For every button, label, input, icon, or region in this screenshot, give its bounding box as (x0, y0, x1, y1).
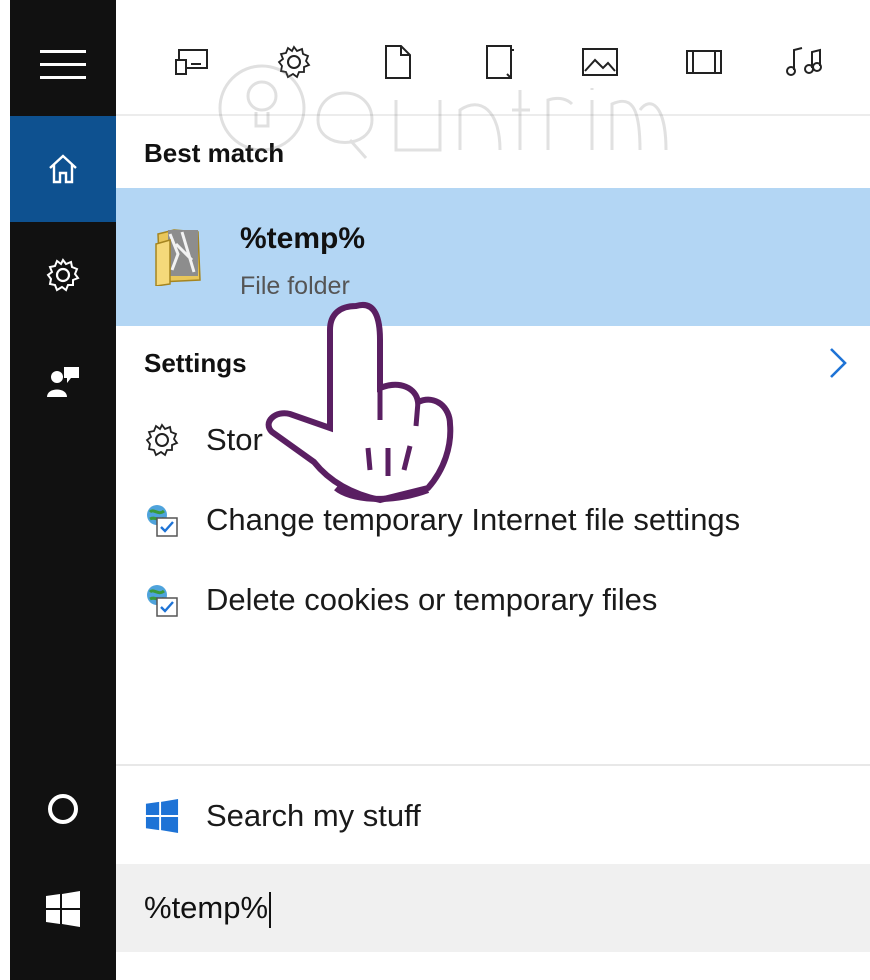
settings-item-delete-cookies[interactable]: Delete cookies or temporary files (140, 572, 860, 628)
windows-logo-icon (140, 794, 184, 838)
filter-apps[interactable] (170, 40, 214, 84)
start-button[interactable] (10, 856, 116, 962)
videos-filter-icon (686, 50, 722, 74)
documents-filter-icon (385, 45, 411, 79)
settings-item-temp-internet-files[interactable]: Change temporary Internet file settings (140, 492, 860, 548)
windows-logo-icon (46, 891, 80, 927)
home-button[interactable] (10, 116, 116, 222)
left-rail (0, 0, 116, 980)
home-icon (49, 154, 77, 184)
divider (116, 764, 870, 766)
filter-music[interactable] (782, 40, 826, 84)
settings-filter-icon (277, 45, 311, 79)
filter-settings[interactable] (272, 40, 316, 84)
search-my-stuff-button[interactable]: Search my stuff (140, 788, 860, 844)
settings-item-label: Change temporary Internet file settings (206, 502, 741, 537)
hamburger-icon (40, 50, 86, 79)
best-match-subtitle: File folder (240, 272, 350, 300)
best-match-result[interactable]: %temp% File folder (116, 188, 870, 326)
results-pane: Best match %temp% File folder Settings S… (116, 0, 870, 980)
feedback-button[interactable] (10, 328, 116, 434)
search-input[interactable]: %temp% (144, 890, 272, 928)
rail-edge (0, 0, 10, 980)
filter-videos[interactable] (682, 40, 726, 84)
settings-item-storage[interactable]: Stor (140, 412, 860, 468)
filter-photos[interactable] (578, 40, 622, 84)
search-my-stuff-label: Search my stuff (206, 798, 421, 833)
filter-bar (116, 0, 870, 116)
feedback-person-icon (47, 367, 79, 397)
cortana-search-panel: Best match %temp% File folder Settings S… (0, 0, 870, 980)
search-box[interactable]: %temp% (116, 864, 870, 952)
photos-filter-icon (582, 48, 618, 76)
filter-folders[interactable] (478, 40, 522, 84)
settings-heading: Settings (144, 348, 247, 378)
settings-item-label: Stor (206, 422, 263, 457)
settings-rail-button[interactable] (10, 222, 116, 328)
text-caret (269, 891, 272, 928)
cortana-button[interactable] (10, 756, 116, 862)
settings-item-label: Delete cookies or temporary files (206, 582, 658, 617)
internet-options-icon (140, 498, 184, 542)
chevron-right-icon[interactable] (828, 346, 848, 380)
filter-documents[interactable] (376, 40, 420, 84)
gear-icon (140, 418, 184, 462)
internet-options-icon (140, 578, 184, 622)
folders-filter-icon (486, 45, 514, 79)
music-filter-icon (786, 47, 822, 76)
apps-filter-icon (175, 49, 208, 75)
folder-icon (155, 229, 201, 286)
cortana-circle-icon (48, 794, 78, 824)
hamburger-button[interactable] (10, 12, 116, 118)
best-match-title: %temp% (240, 222, 366, 255)
search-input-value: %temp% (144, 890, 269, 925)
best-match-heading: Best match (144, 138, 285, 168)
gear-icon (46, 258, 80, 292)
